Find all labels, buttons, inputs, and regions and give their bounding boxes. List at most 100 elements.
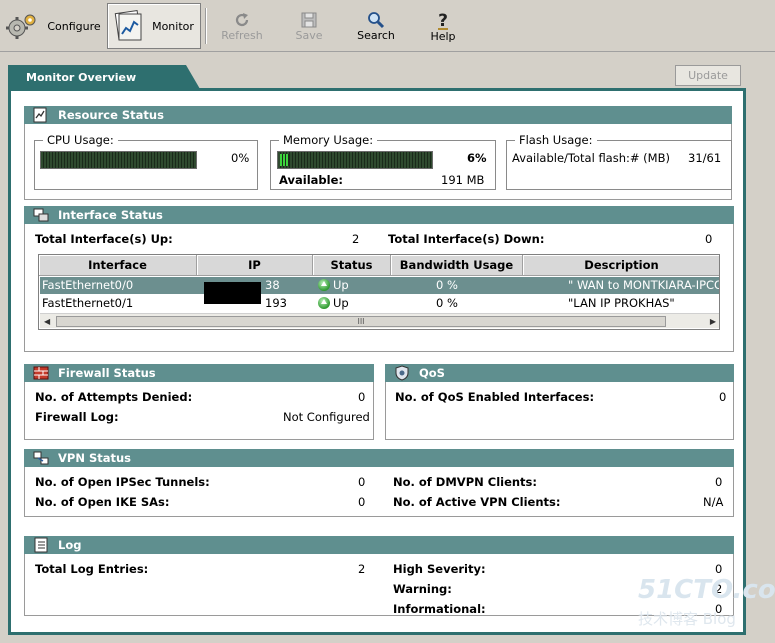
vpn-computers-icon xyxy=(33,451,49,465)
monitor-chart-icon xyxy=(114,10,142,41)
qos-enabled-label: No. of QoS Enabled Interfaces: xyxy=(395,390,595,404)
high-severity-label: High Severity: xyxy=(393,562,486,576)
memory-usage-value: 6% xyxy=(467,151,487,165)
status-up-icon xyxy=(318,297,330,309)
cpu-usage-label: CPU Usage: xyxy=(43,133,118,147)
magnifier-search-icon xyxy=(368,11,385,28)
update-button[interactable]: Update xyxy=(675,65,741,86)
active-vpn-clients-label: No. of Active VPN Clients: xyxy=(393,495,561,509)
interfaces-up-value: 2 xyxy=(352,232,360,246)
bandwidth-cell: 0 % xyxy=(436,296,458,310)
flash-usage-text: Available/Total flash:# (MB) xyxy=(512,151,670,165)
firewall-icon xyxy=(33,366,49,380)
watermark-blog: 技术博客 Blog xyxy=(638,610,736,628)
ip-cell: 38 xyxy=(265,278,280,292)
interface-table: Interface IP Status Bandwidth Usage Desc… xyxy=(38,254,720,330)
firewall-status-title: Firewall Status xyxy=(58,366,156,380)
flash-usage-group: Flash Usage: xyxy=(506,133,732,190)
description-cell: " WAN to MONTKIARA-IPCO xyxy=(568,278,720,292)
interface-cell: FastEthernet0/0 xyxy=(42,278,134,292)
refresh-icon xyxy=(235,12,249,26)
cpu-usage-value: 0% xyxy=(231,151,250,165)
save-button[interactable]: Save xyxy=(286,3,332,49)
status-cell: Up xyxy=(318,277,388,294)
redacted-ip-block xyxy=(204,282,261,304)
refresh-button[interactable]: Refresh xyxy=(218,3,266,49)
scrollbar-thumb[interactable]: III xyxy=(56,316,666,327)
resource-status-header: Resource Status xyxy=(24,106,732,124)
ipsec-tunnels-label: No. of Open IPSec Tunnels: xyxy=(35,475,210,489)
configure-button[interactable]: Configure xyxy=(4,3,102,49)
interface-cell: FastEthernet0/1 xyxy=(42,296,134,310)
ipsec-tunnels-value: 0 xyxy=(358,475,366,489)
network-interface-icon xyxy=(33,208,49,222)
resource-status-icon xyxy=(33,107,47,123)
high-severity-value: 0 xyxy=(715,562,723,576)
interfaces-down-value: 0 xyxy=(705,232,713,246)
search-label: Search xyxy=(357,28,395,42)
interface-status-header: Interface Status xyxy=(24,206,734,224)
ike-sas-value: 0 xyxy=(358,495,366,509)
dmvpn-clients-value: 0 xyxy=(715,475,723,489)
firewall-status-header: Firewall Status xyxy=(24,364,374,382)
column-header-description[interactable]: Description xyxy=(523,255,719,276)
ip-cell: 193 xyxy=(265,296,287,310)
question-mark-help-icon: ? xyxy=(438,11,448,30)
vpn-status-header: VPN Status xyxy=(24,449,734,467)
toolbar-separator xyxy=(205,8,207,44)
status-cell: Up xyxy=(318,295,388,312)
save-label: Save xyxy=(295,28,323,42)
warning-label: Warning: xyxy=(393,582,452,596)
total-log-entries-value: 2 xyxy=(358,562,366,576)
vpn-status-title: VPN Status xyxy=(58,451,132,465)
interfaces-up-label: Total Interface(s) Up: xyxy=(35,232,173,246)
scroll-left-arrow-icon[interactable]: ◀ xyxy=(44,317,50,326)
scroll-right-arrow-icon[interactable]: ▶ xyxy=(710,317,716,326)
bandwidth-cell: 0 % xyxy=(436,278,458,292)
column-header-interface[interactable]: Interface xyxy=(39,255,197,276)
firewall-log-value: Not Configured xyxy=(283,410,370,424)
table-horizontal-scrollbar[interactable]: ◀ III ▶ xyxy=(40,313,719,328)
search-button[interactable]: Search xyxy=(352,3,400,49)
attempts-denied-value: 0 xyxy=(358,390,366,404)
available-memory-value: 191 MB xyxy=(441,173,485,187)
firewall-log-label: Firewall Log: xyxy=(35,410,119,424)
qos-shield-icon xyxy=(395,365,409,381)
total-log-entries-label: Total Log Entries: xyxy=(35,562,149,576)
help-label: Help xyxy=(430,29,456,43)
qos-enabled-value: 0 xyxy=(719,390,727,404)
column-header-bandwidth[interactable]: Bandwidth Usage xyxy=(391,255,523,276)
cpu-usage-meter xyxy=(40,151,197,169)
svg-text:?: ? xyxy=(438,11,448,30)
monitor-overview-tab[interactable]: Monitor Overview xyxy=(8,65,200,89)
configure-label: Configure xyxy=(47,19,101,33)
memory-usage-label: Memory Usage: xyxy=(279,133,378,147)
memory-usage-fill xyxy=(280,154,289,166)
toolbar: Configure Monitor Refresh Save Search ? … xyxy=(0,0,775,52)
log-book-icon xyxy=(34,537,48,553)
flash-usage-label: Flash Usage: xyxy=(515,133,597,147)
status-up-icon xyxy=(318,279,330,291)
refresh-label: Refresh xyxy=(221,28,263,42)
attempts-denied-label: No. of Attempts Denied: xyxy=(35,390,193,404)
gears-icon xyxy=(6,14,36,39)
column-header-status[interactable]: Status xyxy=(313,255,391,276)
active-vpn-clients-value: N/A xyxy=(703,495,724,509)
monitor-button[interactable]: Monitor xyxy=(107,3,201,49)
informational-label: Informational: xyxy=(393,602,486,616)
table-row[interactable]: FastEthernet0/0 38 Up 0 % " WAN to MONTK… xyxy=(40,277,720,294)
monitor-label: Monitor xyxy=(152,19,194,33)
memory-usage-meter xyxy=(277,151,433,169)
available-memory-label: Available: xyxy=(279,173,343,187)
column-header-ip[interactable]: IP xyxy=(197,255,313,276)
table-row[interactable]: FastEthernet0/1 193 Up 0 % "LAN IP PROKH… xyxy=(40,295,719,312)
interfaces-down-label: Total Interface(s) Down: xyxy=(388,232,545,246)
flash-usage-value: 31/61 xyxy=(688,151,722,165)
floppy-disk-icon xyxy=(301,12,317,27)
interface-status-title: Interface Status xyxy=(58,208,163,222)
resource-status-title: Resource Status xyxy=(58,108,164,122)
help-button[interactable]: ? Help xyxy=(420,3,466,49)
log-title: Log xyxy=(58,538,82,552)
qos-title: QoS xyxy=(419,366,445,380)
ike-sas-label: No. of Open IKE SAs: xyxy=(35,495,170,509)
